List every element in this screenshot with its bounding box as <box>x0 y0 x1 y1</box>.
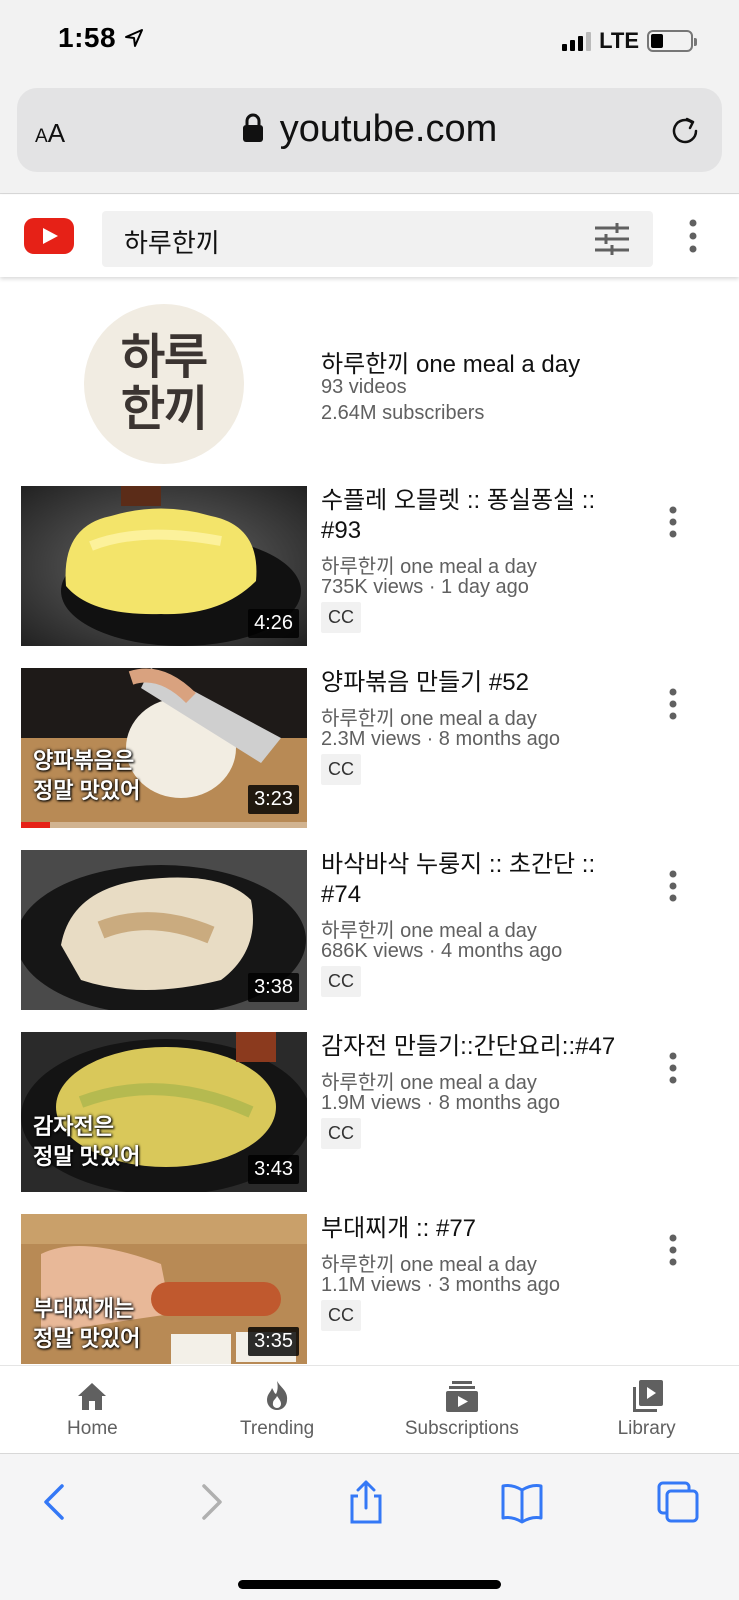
video-channel: 하루한끼 one meal a day <box>321 708 537 730</box>
watch-progress-bar <box>21 822 307 828</box>
video-duration: 3:43 <box>248 1155 299 1184</box>
video-duration: 3:38 <box>248 973 299 1002</box>
video-channel: 하루한끼 one meal a day <box>321 920 537 942</box>
library-icon <box>632 1380 663 1412</box>
channel-subscriber-count: 2.64M subscribers <box>321 402 485 424</box>
thumbnail-caption: 감자전은 정말 맛있어 <box>33 1112 140 1172</box>
youtube-bottom-nav: Home Trending Subscriptions Library <box>0 1365 739 1453</box>
video-title[interactable]: 수플레 오믈렛 :: 퐁실퐁실 :: #93 <box>321 486 621 546</box>
more-vert-icon[interactable] <box>669 1052 677 1084</box>
search-input[interactable]: 하루한끼 <box>102 211 653 267</box>
more-vert-icon[interactable] <box>689 219 697 253</box>
video-stats: 1.1M views · 3 months ago <box>321 1274 560 1296</box>
video-channel: 하루한끼 one meal a day <box>321 1072 537 1094</box>
cc-badge: CC <box>321 754 361 785</box>
share-icon[interactable] <box>344 1480 388 1524</box>
video-title[interactable]: 양파볶음 만들기 #52 <box>321 668 621 698</box>
caption-line-1: 양파볶음은 <box>33 748 135 773</box>
more-vert-icon[interactable] <box>669 688 677 720</box>
video-thumbnail[interactable]: 감자전은 정말 맛있어 3:43 <box>21 1032 307 1192</box>
youtube-header: 하루한끼 <box>0 195 739 277</box>
status-indicators: LTE <box>562 28 697 54</box>
video-duration: 3:35 <box>248 1327 299 1356</box>
nav-subscriptions-label: Subscriptions <box>404 1418 519 1439</box>
trending-icon <box>267 1381 288 1410</box>
nav-trending-label: Trending <box>239 1418 315 1439</box>
network-type: LTE <box>599 28 639 53</box>
more-vert-icon[interactable] <box>669 506 677 538</box>
nav-library-label: Library <box>617 1418 676 1439</box>
nav-home-label: Home <box>67 1418 118 1439</box>
cc-badge: CC <box>321 602 361 633</box>
status-time: 1:58 <box>58 22 117 53</box>
location-arrow-icon <box>125 29 143 47</box>
home-indicator <box>238 1580 501 1589</box>
avatar-line-2: 한끼 <box>120 383 208 436</box>
url-field[interactable]: AAAA youtube.com <box>17 88 722 172</box>
channel-video-count: 93 videos <box>321 376 407 398</box>
channel-avatar[interactable]: 하루 한끼 <box>84 304 244 464</box>
video-title[interactable]: 부대찌개 :: #77 <box>321 1214 621 1244</box>
video-stats: 686K views · 4 months ago <box>321 940 563 962</box>
caption-line-2: 정말 맛있어 <box>33 1326 141 1351</box>
browser-address-bar: AAAA youtube.com <box>0 80 739 194</box>
filter-icon[interactable] <box>595 223 629 255</box>
lock-icon <box>242 113 263 142</box>
video-stats: 2.3M views · 8 months ago <box>321 728 560 750</box>
nav-subscriptions[interactable]: Subscriptions <box>370 1366 555 1453</box>
more-vert-icon[interactable] <box>669 1234 677 1266</box>
video-item[interactable]: 부대찌개는 정말 맛있어 3:35 부대찌개 :: #77 하루한끼 one m… <box>0 1214 739 1376</box>
video-item[interactable]: 4:26 수플레 오믈렛 :: 퐁실퐁실 :: #93 하루한끼 one mea… <box>0 486 739 648</box>
video-thumbnail[interactable]: 부대찌개는 정말 맛있어 3:35 <box>21 1214 307 1364</box>
tabs-icon[interactable] <box>656 1480 700 1524</box>
browser-toolbar <box>0 1453 739 1600</box>
status-bar: 1:58 LTE <box>0 0 739 80</box>
cc-badge: CC <box>321 1118 361 1149</box>
video-thumbnail[interactable]: 3:38 <box>21 850 307 1010</box>
nav-home[interactable]: Home <box>0 1366 185 1453</box>
caption-line-2: 정말 맛있어 <box>33 1144 141 1169</box>
forward-icon[interactable] <box>188 1480 232 1524</box>
youtube-logo-icon[interactable] <box>24 218 74 254</box>
video-channel: 하루한끼 one meal a day <box>321 556 537 578</box>
more-vert-icon[interactable] <box>669 870 677 902</box>
channel-result[interactable]: 하루 한끼 하루한끼 one meal a day 93 videos 2.64… <box>0 300 739 465</box>
bookmarks-icon[interactable] <box>500 1480 544 1524</box>
video-duration: 4:26 <box>248 609 299 638</box>
video-duration: 3:23 <box>248 785 299 814</box>
url-text: youtube.com <box>279 108 498 150</box>
caption-line-1: 부대찌개는 <box>33 1296 135 1321</box>
nav-library[interactable]: Library <box>554 1366 739 1453</box>
cc-badge: CC <box>321 966 361 997</box>
video-thumbnail[interactable]: 4:26 <box>21 486 307 646</box>
channel-name[interactable]: 하루한끼 one meal a day <box>321 344 580 379</box>
signal-icon <box>562 31 592 51</box>
nav-trending[interactable]: Trending <box>185 1366 370 1453</box>
cc-badge: CC <box>321 1300 361 1331</box>
video-stats: 735K views · 1 day ago <box>321 576 529 598</box>
video-item[interactable]: 감자전은 정말 맛있어 3:43 감자전 만들기::간단요리::#47 하루한끼… <box>0 1032 739 1194</box>
thumbnail-caption: 부대찌개는 정말 맛있어 <box>33 1294 140 1354</box>
search-query: 하루한끼 <box>124 228 220 258</box>
video-thumbnail[interactable]: 양파볶음은 정말 맛있어 3:23 <box>21 668 307 828</box>
subscriptions-icon <box>445 1381 478 1412</box>
url-display[interactable]: youtube.com <box>17 108 722 151</box>
caption-line-1: 감자전은 <box>33 1114 114 1139</box>
back-icon[interactable] <box>34 1480 78 1524</box>
video-item[interactable]: 양파볶음은 정말 맛있어 3:23 양파볶음 만들기 #52 하루한끼 one … <box>0 668 739 830</box>
avatar-line-1: 하루 <box>120 331 208 384</box>
watch-progress-fill <box>21 822 50 828</box>
video-channel: 하루한끼 one meal a day <box>321 1254 537 1276</box>
home-icon <box>78 1383 107 1410</box>
thumbnail-caption: 양파볶음은 정말 맛있어 <box>33 746 140 806</box>
caption-line-2: 정말 맛있어 <box>33 778 141 803</box>
video-item[interactable]: 3:38 바삭바삭 누룽지 :: 초간단 :: #74 하루한끼 one mea… <box>0 850 739 1012</box>
battery-icon <box>647 30 697 52</box>
video-title[interactable]: 바삭바삭 누룽지 :: 초간단 :: #74 <box>321 850 621 910</box>
reload-icon[interactable] <box>668 114 702 148</box>
video-title[interactable]: 감자전 만들기::간단요리::#47 <box>321 1032 621 1062</box>
video-stats: 1.9M views · 8 months ago <box>321 1092 560 1114</box>
